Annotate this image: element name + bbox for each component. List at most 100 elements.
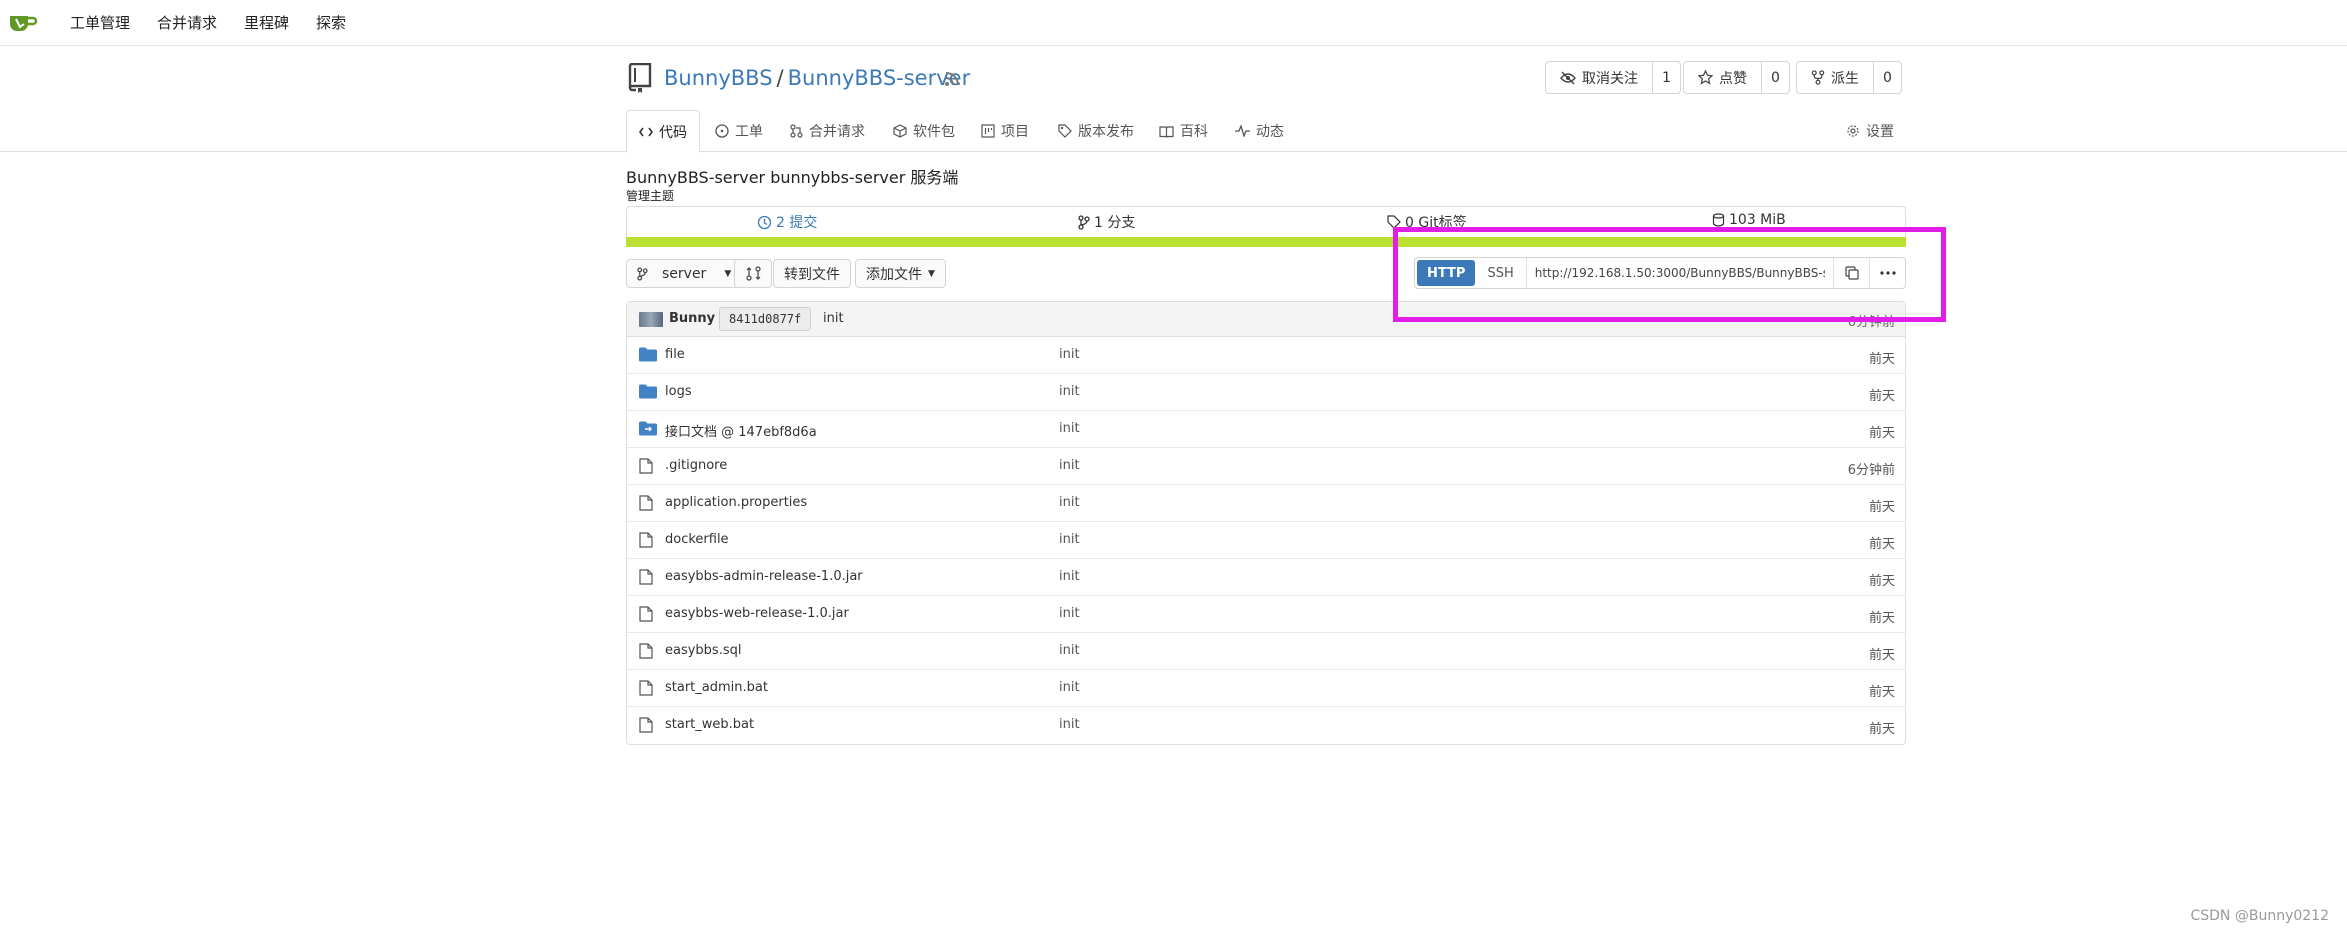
eye-slash-icon [1560, 71, 1576, 85]
file-name-link[interactable]: .gitignore [665, 458, 727, 473]
table-row: easybbs-admin-release-1.0.jar init 前天 [627, 559, 1905, 596]
branches-link[interactable]: 1 分支 [1078, 212, 1135, 232]
repo-size: 103 MiB [1712, 212, 1786, 228]
file-icon [639, 569, 657, 585]
file-commit-message[interactable]: init [1059, 569, 1080, 584]
file-commit-time: 前天 [1868, 500, 1895, 515]
tab-packages[interactable]: 软件包 [893, 110, 955, 152]
manage-topics-link[interactable]: 管理主题 [626, 187, 674, 204]
tab-pull-requests[interactable]: 合并请求 [790, 110, 865, 152]
fork-button-group: 派生 0 [1796, 61, 1902, 94]
file-commit-time: 前天 [1868, 648, 1895, 663]
commit-sha-button[interactable]: 8411d0877f [719, 307, 812, 331]
watchers-count[interactable]: 1 [1653, 62, 1680, 93]
file-name-link[interactable]: easybbs-admin-release-1.0.jar [665, 569, 863, 584]
file-commit-message[interactable]: init [1059, 717, 1080, 732]
table-row: logs init 前天 [627, 374, 1905, 411]
file-commit-time: 前天 [1868, 389, 1895, 404]
file-name-link[interactable]: application.properties [665, 495, 807, 510]
tag-icon [1387, 215, 1401, 229]
rss-icon[interactable] [943, 70, 961, 88]
file-commit-message[interactable]: init [1059, 680, 1080, 695]
clone-url-input[interactable] [1526, 258, 1833, 288]
add-file-dropdown[interactable]: 添加文件 ▼ [855, 259, 946, 288]
commit-author[interactable]: Bunny [669, 311, 715, 326]
forks-count[interactable]: 0 [1874, 62, 1901, 93]
file-commit-message[interactable]: init [1059, 643, 1080, 658]
file-name-link[interactable]: dockerfile [665, 532, 729, 547]
file-name-link[interactable]: start_web.bat [665, 717, 754, 732]
file-commit-message[interactable]: init [1059, 421, 1080, 436]
tab-projects[interactable]: 项目 [981, 110, 1029, 152]
size-value: 103 MiB [1729, 212, 1786, 228]
ssh-clone-button[interactable]: SSH [1475, 258, 1527, 288]
file-name-link[interactable]: 接口文档 @ 147ebf8d6a [665, 421, 817, 440]
commits-link[interactable]: 2 提交 [757, 212, 817, 232]
tab-code[interactable]: 代码 [626, 110, 700, 153]
nav-issues[interactable]: 工单管理 [70, 12, 130, 33]
tab-settings-label: 设置 [1866, 124, 1894, 140]
file-commit-message[interactable]: init [1059, 347, 1080, 362]
file-commit-message[interactable]: init [1059, 606, 1080, 621]
file-name-link[interactable]: file [665, 347, 685, 362]
table-row: start_admin.bat init 前天 [627, 670, 1905, 707]
commits-count: 2 提交 [776, 215, 818, 231]
compare-button[interactable] [734, 259, 772, 288]
file-commit-time: 前天 [1868, 685, 1895, 700]
nav-pull-requests[interactable]: 合并请求 [157, 12, 217, 33]
star-label: 点赞 [1719, 70, 1747, 87]
commit-message[interactable]: init [823, 311, 844, 326]
file-commit-message[interactable]: init [1059, 458, 1080, 473]
avatar[interactable] [639, 312, 663, 327]
http-clone-button[interactable]: HTTP [1417, 260, 1476, 286]
copy-url-button[interactable] [1833, 258, 1869, 288]
tab-pull-requests-label: 合并请求 [809, 124, 865, 140]
star-button[interactable]: 点赞 [1684, 62, 1762, 93]
stars-count[interactable]: 0 [1762, 62, 1789, 93]
nav-milestones[interactable]: 里程碑 [244, 12, 289, 33]
file-commit-time: 前天 [1868, 426, 1895, 441]
table-row: application.properties init 前天 [627, 485, 1905, 522]
file-icon [639, 532, 657, 548]
tab-activity[interactable]: 动态 [1235, 110, 1284, 152]
language-bar [626, 237, 1906, 247]
file-commit-message[interactable]: init [1059, 532, 1080, 547]
file-commit-time: 前天 [1868, 352, 1895, 367]
file-commit-time: 6分钟前 [1847, 463, 1895, 478]
file-name-link[interactable]: easybbs-web-release-1.0.jar [665, 606, 849, 621]
branch-selector[interactable]: server ▼ [626, 259, 743, 288]
nav-explore[interactable]: 探索 [316, 12, 346, 33]
gitea-logo-icon[interactable] [8, 9, 40, 37]
compare-icon [745, 266, 761, 281]
pulse-icon [1235, 125, 1250, 137]
repo-owner-link[interactable]: BunnyBBS [664, 66, 773, 90]
file-commit-message[interactable]: init [1059, 384, 1080, 399]
table-row: file init 前天 [627, 337, 1905, 374]
goto-file-button[interactable]: 转到文件 [773, 259, 851, 288]
repo-icon [627, 63, 653, 93]
file-name-link[interactable]: easybbs.sql [665, 643, 741, 658]
fork-button[interactable]: 派生 [1797, 62, 1874, 93]
kebab-icon [1879, 271, 1896, 275]
branch-name: server [662, 265, 707, 282]
tab-issues[interactable]: 工单 [715, 110, 763, 152]
watermark: CSDN @Bunny0212 [2190, 908, 2329, 924]
file-name-link[interactable]: logs [665, 384, 692, 399]
tab-settings[interactable]: 设置 [1846, 110, 1894, 152]
unwatch-button[interactable]: 取消关注 [1546, 62, 1653, 93]
pull-request-icon [790, 124, 803, 138]
file-icon [639, 680, 657, 696]
database-icon [1712, 213, 1725, 227]
more-options-button[interactable] [1869, 258, 1905, 288]
unwatch-button-group: 取消关注 1 [1545, 61, 1681, 94]
tab-releases[interactable]: 版本发布 [1058, 110, 1134, 152]
file-icon [639, 458, 657, 474]
file-commit-message[interactable]: init [1059, 495, 1080, 510]
project-icon [981, 124, 995, 138]
table-row: easybbs-web-release-1.0.jar init 前天 [627, 596, 1905, 633]
file-icon [639, 606, 657, 622]
file-name-link[interactable]: start_admin.bat [665, 680, 768, 695]
tags-link[interactable]: 0 Git标签 [1387, 212, 1467, 232]
tab-wiki[interactable]: 百科 [1159, 110, 1208, 152]
tag-icon [1058, 124, 1072, 138]
